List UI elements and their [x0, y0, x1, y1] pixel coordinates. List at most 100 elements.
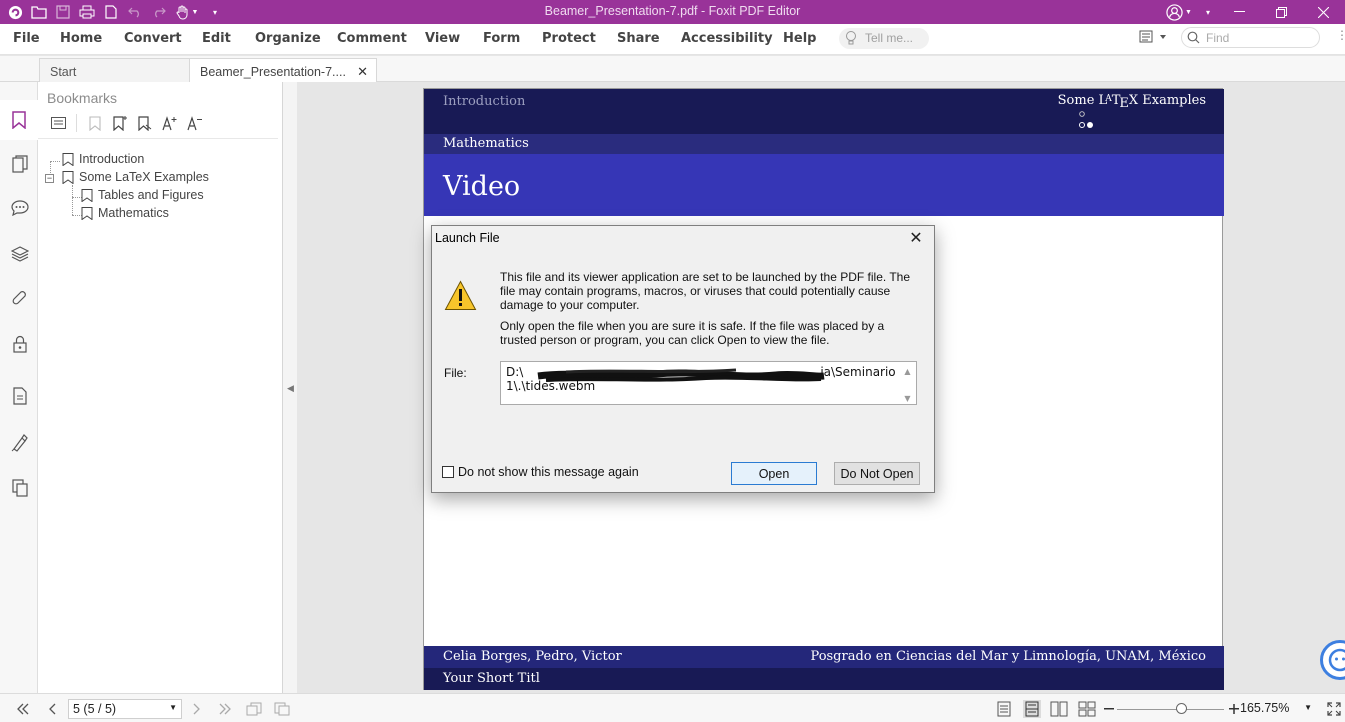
menu-form[interactable]: Form [483, 31, 520, 46]
minimize-icon[interactable] [1217, 0, 1261, 24]
zoom-dropdown-icon[interactable]: ▼ [1304, 703, 1312, 712]
panel-splitter[interactable]: ◀ [283, 82, 297, 693]
open-folder-icon[interactable] [30, 3, 48, 21]
bookmark-icon [81, 188, 93, 202]
bookmark-item[interactable]: Introduction [62, 152, 144, 166]
last-page-icon[interactable] [216, 700, 234, 718]
warning-icon [444, 280, 477, 314]
menu-edit[interactable]: Edit [202, 31, 231, 46]
fullscreen-icon[interactable] [1325, 700, 1343, 718]
continuous-facing-view-icon[interactable] [1078, 700, 1096, 718]
menu-home[interactable]: Home [60, 31, 102, 46]
tab-document[interactable]: Beamer_Presentation-7.... ✕ [189, 58, 377, 82]
menu-share[interactable]: Share [617, 31, 660, 46]
security-panel-icon[interactable] [9, 333, 31, 355]
close-window-icon[interactable] [1301, 0, 1345, 24]
menu-file[interactable]: File [13, 31, 40, 46]
attachments-panel-icon[interactable] [9, 288, 31, 310]
facing-view-icon[interactable] [1050, 700, 1068, 718]
window-controls: ▼ ▾ [1159, 0, 1345, 24]
bookmarks-panel: Bookmarks − Introduction Some LaTeX Exam… [38, 82, 283, 693]
redo-icon[interactable] [150, 3, 168, 21]
undo-icon[interactable] [126, 3, 144, 21]
document-tab-bar: Start Beamer_Presentation-7.... ✕ [0, 56, 1345, 82]
assistant-bubble-icon[interactable] [1320, 640, 1345, 680]
slide-section-band: Mathematics [424, 134, 1224, 154]
zoom-slider-track[interactable] [1117, 709, 1224, 710]
bookmark-item[interactable]: Mathematics [81, 206, 169, 220]
slide-section: Introduction [443, 94, 526, 109]
add-bookmark-icon[interactable] [107, 112, 132, 134]
pages-panel-icon[interactable] [9, 153, 31, 175]
menu-organize[interactable]: Organize [255, 31, 321, 46]
do-not-open-button[interactable]: Do Not Open [834, 462, 920, 485]
content-panel-icon[interactable] [9, 385, 31, 407]
page-number-input[interactable]: 5 (5 / 5) ▼ [68, 699, 182, 719]
customize-toolbar-icon[interactable]: ▾ [206, 3, 224, 21]
file-path-end: ia\Seminario [820, 365, 896, 379]
new-document-icon[interactable] [102, 3, 120, 21]
collapse-panel-icon[interactable]: ◀ [287, 383, 294, 394]
hand-tool-icon[interactable]: ▼ [174, 3, 200, 21]
bookmark-item[interactable]: Some LaTeX Examples [62, 170, 209, 184]
compare-panel-icon[interactable] [9, 477, 31, 499]
next-page-icon[interactable] [188, 700, 206, 718]
bookmarks-panel-icon[interactable] [0, 100, 38, 140]
tab-start[interactable]: Start [39, 58, 190, 82]
comments-panel-icon[interactable] [9, 197, 31, 219]
save-icon[interactable] [54, 3, 72, 21]
close-tab-icon[interactable]: ✕ [357, 64, 368, 80]
tree-connector [72, 185, 73, 215]
bookmark-options-icon[interactable] [46, 112, 71, 134]
delete-bookmark-icon[interactable] [82, 112, 107, 134]
continuous-view-icon[interactable] [1023, 700, 1041, 718]
file-path-scrollbar[interactable]: ▲ ▼ [899, 362, 916, 404]
latex-e: E [1119, 96, 1129, 111]
menu-comment[interactable]: Comment [337, 31, 407, 46]
more-options-icon[interactable]: ⋮ [1336, 28, 1345, 42]
increase-font-icon[interactable] [157, 112, 182, 134]
menu-protect[interactable]: Protect [542, 31, 596, 46]
next-view-icon[interactable] [273, 700, 291, 718]
menu-view[interactable]: View [425, 31, 460, 46]
file-path-start: D:\ [506, 365, 524, 379]
add-child-bookmark-icon[interactable] [132, 112, 157, 134]
dialog-close-icon[interactable]: ✕ [906, 229, 926, 249]
bookmark-icon [81, 206, 93, 220]
previous-view-icon[interactable] [245, 700, 263, 718]
tell-me-box[interactable]: Tell me... [839, 28, 929, 49]
decrease-font-icon[interactable] [182, 112, 207, 134]
restore-icon[interactable] [1261, 0, 1301, 24]
layers-panel-icon[interactable] [9, 243, 31, 265]
status-bar: 5 (5 / 5) ▼ 165.75% ▼ [0, 693, 1345, 722]
do-not-show-checkbox[interactable]: Do not show this message again [442, 465, 639, 479]
zoom-slider-handle[interactable] [1176, 703, 1188, 714]
first-page-icon[interactable] [14, 700, 32, 718]
ribbon-options-icon[interactable]: ▾ [1199, 0, 1217, 24]
single-page-view-icon[interactable] [995, 700, 1013, 718]
menu-convert[interactable]: Convert [124, 31, 182, 46]
bookmarks-title: Bookmarks [47, 90, 118, 106]
print-icon[interactable] [78, 3, 96, 21]
account-icon[interactable]: ▼ [1159, 0, 1199, 24]
zoom-level[interactable]: 165.75% ▼ [1240, 701, 1312, 715]
bookmark-label: Tables and Figures [98, 188, 204, 202]
display-mode-icon[interactable] [1139, 30, 1167, 47]
file-path-field[interactable]: D:\ ia\Seminario 1\.\tides.webm ▲ ▼ [500, 361, 917, 405]
bookmark-label: Introduction [79, 152, 145, 166]
find-input[interactable]: Find [1181, 27, 1320, 48]
bookmark-item[interactable]: Tables and Figures [81, 188, 204, 202]
checkbox-box[interactable] [442, 466, 454, 478]
navigation-dots[interactable] [1078, 111, 1098, 131]
footer-authors: Celia Borges, Pedro, Victor [443, 649, 622, 664]
slide-frame-title: Video [424, 154, 1224, 216]
latex-a: A [1105, 94, 1112, 104]
menu-help[interactable]: Help [783, 31, 816, 46]
signatures-panel-icon[interactable] [9, 432, 31, 454]
open-button[interactable]: Open [731, 462, 817, 485]
collapse-toggle[interactable]: − [45, 174, 54, 183]
previous-page-icon[interactable] [43, 700, 61, 718]
page-dropdown-icon[interactable]: ▼ [169, 703, 177, 712]
menu-accessibility[interactable]: Accessibility [681, 31, 773, 46]
zoom-out-icon[interactable] [1100, 700, 1118, 718]
